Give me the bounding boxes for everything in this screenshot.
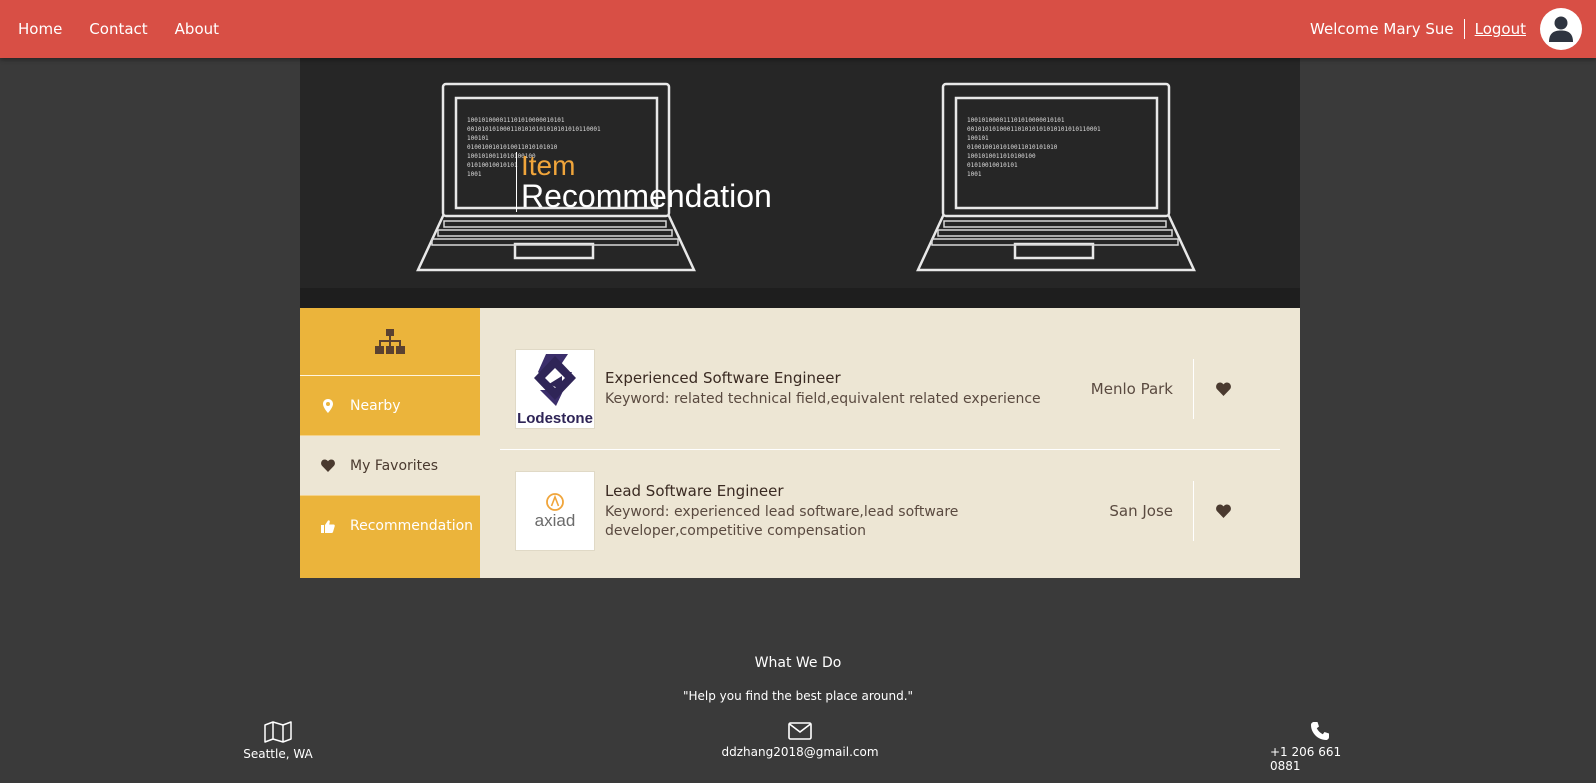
list-item: axiad Lead Software Engineer Keyword: ex…: [500, 450, 1280, 572]
footer-title: What We Do: [754, 655, 842, 671]
main-panel: Nearby My Favorites Recommendation Lodes…: [300, 308, 1300, 578]
footer-quote: "Help you find the best place around.": [682, 689, 914, 703]
svg-text:100101000011101010000010101: 100101000011101010000010101: [467, 117, 565, 124]
svg-text:001010101000110101010101010101: 0010101010001101010101010101010110001: [967, 126, 1101, 133]
nav-about-link[interactable]: About: [175, 20, 219, 38]
sidebar-header: [300, 308, 480, 376]
item-info: Experienced Software Engineer Keyword: r…: [605, 369, 1085, 409]
map-marker-icon: [320, 398, 336, 413]
svg-text:Lodestone: Lodestone: [517, 410, 593, 427]
footer-location: Seattle, WA: [238, 721, 318, 761]
sidebar-item-recommendation[interactable]: Recommendation: [300, 496, 480, 578]
nav-contact-link[interactable]: Contact: [89, 20, 147, 38]
hero-title-line2: Recommendation: [521, 178, 772, 214]
chalkboard-laptops-image: 100101000011101010000010101 001010101000…: [300, 58, 1300, 308]
svg-text:1001: 1001: [967, 171, 982, 178]
svg-text:axiad: axiad: [535, 511, 576, 530]
sidebar-item-label: My Favorites: [350, 457, 439, 474]
svg-text:100101: 100101: [467, 135, 489, 142]
company-logo-axiad: axiad: [515, 471, 595, 551]
svg-text:01010010010101: 01010010010101: [467, 162, 518, 169]
item-title[interactable]: Lead Software Engineer: [605, 482, 1085, 500]
hero-title: Item Recommendation: [516, 152, 772, 212]
item-keyword: Keyword: experienced lead software,lead …: [605, 503, 959, 539]
list-item: Lodestone Experienced Software Engineer …: [500, 328, 1280, 450]
sitemap-icon: [375, 328, 405, 354]
nav-home-link[interactable]: Home: [18, 20, 62, 38]
footer-location-text: Seattle, WA: [243, 747, 313, 761]
item-title[interactable]: Experienced Software Engineer: [605, 369, 1085, 387]
footer-email-text[interactable]: ddzhang2018@gmail.com: [721, 745, 878, 759]
favorite-button[interactable]: [1193, 358, 1253, 419]
footer-email: ddzhang2018@gmail.com: [700, 721, 900, 759]
item-keyword: Keyword: related technical field,equival…: [605, 390, 1041, 407]
item-list: Lodestone Experienced Software Engineer …: [480, 308, 1300, 578]
svg-text:100101000011101010000010101: 100101000011101010000010101: [967, 117, 1065, 124]
svg-text:01010010010101: 01010010010101: [967, 162, 1018, 169]
heart-icon: [1216, 504, 1231, 518]
item-location: San Jose: [1109, 502, 1173, 520]
svg-text:100101: 100101: [967, 135, 989, 142]
sidebar-item-my-favorites[interactable]: My Favorites: [300, 436, 480, 496]
phone-icon: [1311, 722, 1329, 740]
heart-icon: [320, 459, 336, 472]
heart-icon: [1216, 382, 1231, 396]
logout-link[interactable]: Logout: [1475, 20, 1526, 38]
svg-text:0100100101010011010101010: 0100100101010011010101010: [967, 144, 1058, 151]
nav-links: Home Contact About: [18, 0, 219, 58]
user-icon: [1549, 16, 1573, 42]
favorite-button[interactable]: [1193, 481, 1253, 541]
item-location: Menlo Park: [1090, 379, 1173, 398]
footer-phone: +1 206 661 0881: [1270, 721, 1370, 773]
sidebar-item-label: Recommendation: [350, 518, 474, 534]
avatar[interactable]: [1540, 8, 1582, 50]
sidebar: Nearby My Favorites Recommendation: [300, 308, 480, 578]
envelope-icon: [788, 722, 812, 740]
svg-text:1001010011010100100: 1001010011010100100: [967, 153, 1036, 160]
welcome-text: Welcome Mary Sue: [1310, 19, 1465, 39]
hero-title-line1: Item: [521, 150, 576, 181]
svg-text:001010101000110101010101010101: 0010101010001101010101010101010110001: [467, 126, 601, 133]
map-icon: [264, 721, 292, 743]
sidebar-item-label: Nearby: [350, 397, 401, 414]
hero-banner: 100101000011101010000010101 001010101000…: [300, 58, 1300, 308]
thumbs-up-icon: [320, 520, 336, 533]
svg-text:1001: 1001: [467, 171, 482, 178]
top-navbar: Home Contact About Welcome Mary Sue Logo…: [0, 0, 1596, 58]
item-info: Lead Software Engineer Keyword: experien…: [605, 482, 1085, 541]
company-logo-lodestone: Lodestone: [515, 348, 595, 429]
footer-phone-text: +1 206 661 0881: [1270, 745, 1342, 773]
sidebar-item-nearby[interactable]: Nearby: [300, 376, 480, 436]
user-area: Welcome Mary Sue Logout: [1310, 0, 1582, 58]
